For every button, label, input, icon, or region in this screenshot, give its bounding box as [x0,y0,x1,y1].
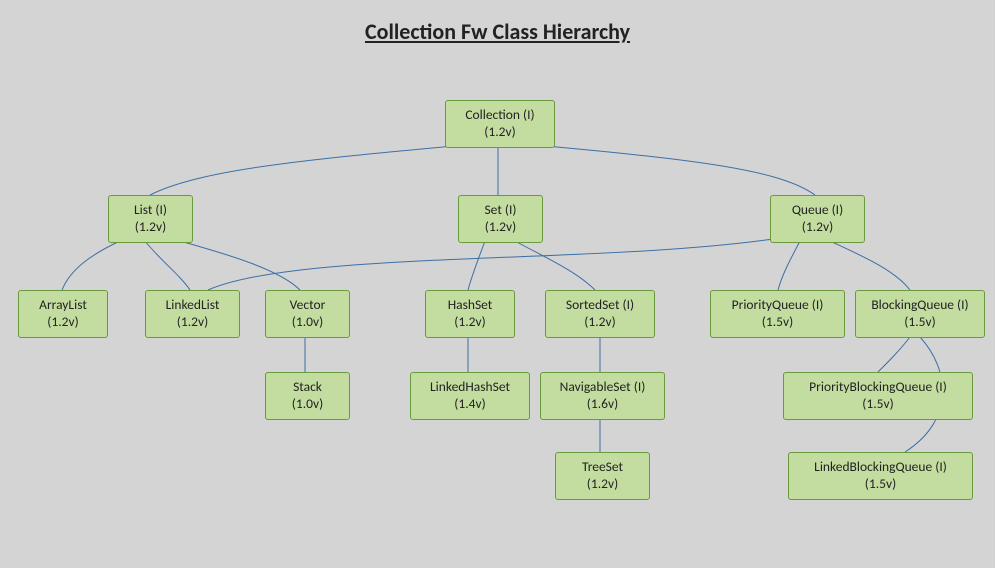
node-linkedhashset: LinkedHashSet (1.4v) [410,372,530,420]
node-version: (1.5v) [862,395,893,412]
node-version: (1.5v) [865,475,896,492]
node-label: PriorityBlockingQueue (I) [809,378,947,395]
node-version: (1.2v) [454,313,485,330]
node-version: (1.4v) [454,395,485,412]
node-version: (1.2v) [484,123,515,140]
node-label: LinkedHashSet [430,378,510,395]
node-collection: Collection (I) (1.2v) [445,100,555,148]
node-treeset: TreeSet (1.2v) [555,452,650,500]
node-priorityqueue: PriorityQueue (I) (1.5v) [710,290,845,338]
node-label: BlockingQueue (I) [871,296,968,313]
node-version: (1.5v) [762,313,793,330]
node-label: ArrayList [39,296,87,313]
node-linkedblockingqueue: LinkedBlockingQueue (I) (1.5v) [788,452,973,500]
node-version: (1.2v) [47,313,78,330]
node-label: Queue (I) [792,201,843,218]
node-version: (1.2v) [485,218,516,235]
node-label: NavigableSet (I) [560,378,646,395]
node-hashset: HashSet (1.2v) [425,290,515,338]
node-version: (1.0v) [292,313,323,330]
node-blockingqueue: BlockingQueue (I) (1.5v) [855,290,985,338]
node-list: List (I) (1.2v) [108,195,193,243]
node-sortedset: SortedSet (I) (1.2v) [545,290,655,338]
node-version: (1.2v) [587,475,618,492]
node-version: (1.2v) [802,218,833,235]
node-vector: Vector (1.0v) [265,290,350,338]
node-label: List (I) [134,201,167,218]
node-priorityblockingqueue: PriorityBlockingQueue (I) (1.5v) [783,372,973,420]
node-label: Stack [293,378,322,395]
node-label: Set (I) [484,201,516,218]
node-set: Set (I) (1.2v) [458,195,543,243]
node-queue: Queue (I) (1.2v) [770,195,865,243]
diagram-title: Collection Fw Class Hierarchy [0,18,995,45]
node-stack: Stack (1.0v) [265,372,350,420]
node-navigableset: NavigableSet (I) (1.6v) [540,372,665,420]
node-label: LinkedBlockingQueue (I) [814,458,947,475]
node-version: (1.2v) [135,218,166,235]
node-arraylist: ArrayList (1.2v) [18,290,108,338]
node-label: Vector [290,296,326,313]
node-label: PriorityQueue (I) [732,296,824,313]
node-label: TreeSet [582,458,623,475]
diagram-canvas: Collection Fw Class Hierarchy [0,0,995,568]
node-version: (1.0v) [292,395,323,412]
node-version: (1.6v) [587,395,618,412]
node-label: HashSet [448,296,493,313]
node-version: (1.2v) [584,313,615,330]
node-version: (1.5v) [904,313,935,330]
node-version: (1.2v) [177,313,208,330]
node-label: Collection (I) [465,106,534,123]
node-label: SortedSet (I) [566,296,634,313]
node-linkedlist: LinkedList (1.2v) [145,290,240,338]
node-label: LinkedList [166,296,220,313]
